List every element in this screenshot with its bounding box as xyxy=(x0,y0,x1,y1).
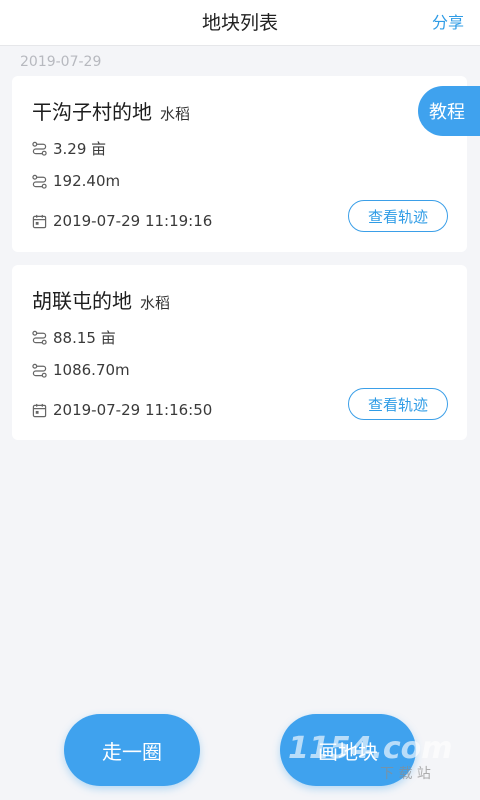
plot-datetime: 2019-07-29 11:16:50 xyxy=(53,401,213,419)
top-bar: 地块列表 分享 xyxy=(0,0,480,46)
plot-crop: 水稻 xyxy=(160,105,191,123)
draw-plot-button[interactable]: 画地块 xyxy=(280,714,416,786)
view-track-button[interactable]: 查看轨迹 xyxy=(348,200,448,232)
page-title: 地块列表 xyxy=(201,12,278,34)
plot-title: 胡联屯的地 水稻 xyxy=(32,285,170,314)
plot-datetime-row: 2019-07-29 11:16:50 xyxy=(32,401,212,419)
route-icon xyxy=(32,363,47,378)
plot-name: 胡联屯的地 xyxy=(32,289,132,313)
tutorial-button[interactable]: 教程 xyxy=(418,86,480,136)
share-button[interactable]: 分享 xyxy=(432,9,464,33)
plot-card[interactable]: 胡联屯的地 水稻 88.15 亩 1086.70m 2019-07-29 11:… xyxy=(12,265,467,440)
walk-around-button[interactable]: 走一圈 xyxy=(64,714,200,786)
plot-length: 1086.70m xyxy=(53,361,130,379)
calendar-icon xyxy=(32,214,47,228)
view-track-button[interactable]: 查看轨迹 xyxy=(348,388,448,420)
route-icon xyxy=(32,174,47,189)
plot-length-row: 1086.70m xyxy=(32,361,130,379)
plot-area-row: 88.15 亩 xyxy=(32,327,116,348)
plot-card[interactable]: 干沟子村的地 水稻 3.29 亩 192.40m 2019-07-29 11:1… xyxy=(12,76,467,252)
plot-length: 192.40m xyxy=(53,172,121,190)
plot-title: 干沟子村的地 水稻 xyxy=(32,96,190,125)
plot-crop: 水稻 xyxy=(140,294,171,312)
plot-area: 3.29 亩 xyxy=(53,140,107,158)
calendar-icon xyxy=(32,403,47,417)
plot-area-row: 3.29 亩 xyxy=(32,138,106,159)
date-group-label: 2019-07-29 xyxy=(20,54,102,70)
plot-area: 88.15 亩 xyxy=(53,329,116,347)
route-icon xyxy=(32,330,47,345)
plot-datetime-row: 2019-07-29 11:19:16 xyxy=(32,212,212,230)
plot-datetime: 2019-07-29 11:19:16 xyxy=(53,212,213,230)
plot-length-row: 192.40m xyxy=(32,172,120,190)
route-icon xyxy=(32,141,47,156)
plot-name: 干沟子村的地 xyxy=(32,100,152,124)
